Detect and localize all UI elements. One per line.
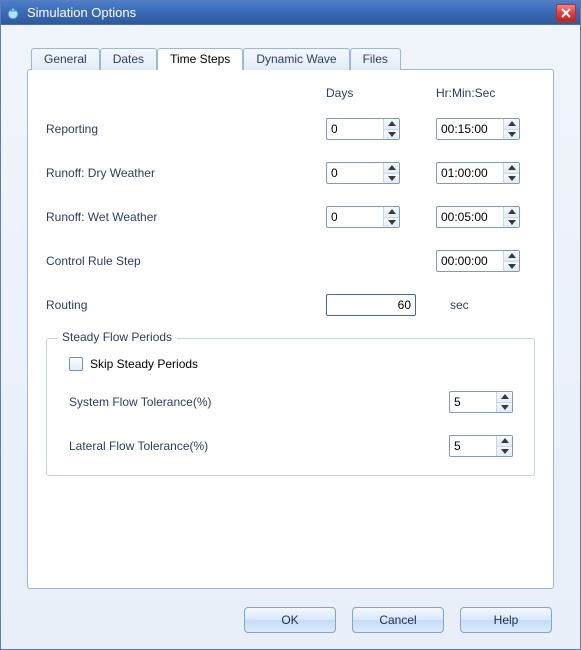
reporting-hms-input[interactable] [437,119,503,139]
label-system-flow-tol: System Flow Tolerance(%) [69,395,449,409]
spinner-up-icon[interactable] [384,163,399,173]
row-reporting: Reporting [46,118,535,140]
group-steady-flow: Steady Flow Periods Skip Steady Periods … [46,338,535,476]
routing-input[interactable] [327,295,415,315]
reporting-days-input[interactable] [327,119,383,139]
dialog-window: Simulation Options General Dates Time St… [0,0,581,650]
routing-value-field[interactable] [326,294,416,316]
spinner-down-icon[interactable] [504,261,519,272]
spinner-down-icon[interactable] [384,129,399,140]
tab-general[interactable]: General [31,48,100,70]
runoff-dry-hms-input[interactable] [437,163,503,183]
reporting-days-spinner[interactable] [326,118,400,140]
runoff-wet-days-spinner[interactable] [326,206,400,228]
tab-panel-time-steps: Days Hr:Min:Sec Reporting [27,69,554,589]
tab-files[interactable]: Files [350,48,401,70]
lateral-flow-tol-spinner[interactable] [449,435,513,457]
header-hms: Hr:Min:Sec [436,86,535,100]
spinner-down-icon[interactable] [504,173,519,184]
ok-button[interactable]: OK [244,607,336,633]
row-skip-steady: Skip Steady Periods [69,357,518,371]
label-routing: Routing [46,298,326,312]
row-runoff-wet: Runoff: Wet Weather [46,206,535,228]
spinner-up-icon[interactable] [504,119,519,129]
skip-steady-label: Skip Steady Periods [90,357,198,371]
control-rule-hms-input[interactable] [437,251,503,271]
window-title: Simulation Options [27,5,556,20]
lateral-flow-tol-input[interactable] [450,436,496,456]
help-button[interactable]: Help [460,607,552,633]
label-runoff-wet: Runoff: Wet Weather [46,210,326,224]
column-headers: Days Hr:Min:Sec [46,86,535,100]
label-runoff-dry: Runoff: Dry Weather [46,166,326,180]
tab-dynamic-wave[interactable]: Dynamic Wave [243,48,349,70]
spinner-down-icon[interactable] [497,402,512,413]
reporting-hms-spinner[interactable] [436,118,520,140]
close-button[interactable] [556,4,576,22]
row-lateral-flow-tol: Lateral Flow Tolerance(%) [63,435,518,457]
cancel-button[interactable]: Cancel [352,607,444,633]
label-reporting: Reporting [46,122,326,136]
spinner-up-icon[interactable] [384,119,399,129]
label-control-rule: Control Rule Step [46,254,326,268]
runoff-dry-hms-spinner[interactable] [436,162,520,184]
content-area: General Dates Time Steps Dynamic Wave Fi… [1,25,580,649]
label-lateral-flow-tol: Lateral Flow Tolerance(%) [69,439,449,453]
tab-row: General Dates Time Steps Dynamic Wave Fi… [31,47,554,69]
spinner-up-icon[interactable] [504,251,519,261]
app-icon [5,5,21,21]
spinner-down-icon[interactable] [504,129,519,140]
runoff-dry-days-input[interactable] [327,163,383,183]
row-runoff-dry: Runoff: Dry Weather [46,162,535,184]
row-routing: Routing sec [46,294,535,316]
button-bar: OK Cancel Help [27,607,554,633]
titlebar: Simulation Options [1,1,580,25]
row-control-rule: Control Rule Step [46,250,535,272]
routing-unit: sec [450,298,469,312]
tab-container: General Dates Time Steps Dynamic Wave Fi… [27,47,554,589]
tab-time-steps[interactable]: Time Steps [157,48,243,70]
spinner-down-icon[interactable] [384,217,399,228]
spinner-up-icon[interactable] [384,207,399,217]
header-days: Days [326,86,436,100]
spinner-down-icon[interactable] [497,446,512,457]
spinner-down-icon[interactable] [504,217,519,228]
control-rule-hms-spinner[interactable] [436,250,520,272]
system-flow-tol-input[interactable] [450,392,496,412]
spinner-up-icon[interactable] [497,436,512,446]
runoff-wet-days-input[interactable] [327,207,383,227]
tab-dates[interactable]: Dates [100,48,157,70]
group-legend: Steady Flow Periods [57,330,177,344]
skip-steady-checkbox[interactable] [69,357,83,371]
spinner-up-icon[interactable] [504,207,519,217]
system-flow-tol-spinner[interactable] [449,391,513,413]
row-system-flow-tol: System Flow Tolerance(%) [63,391,518,413]
spinner-down-icon[interactable] [384,173,399,184]
runoff-wet-hms-input[interactable] [437,207,503,227]
spinner-up-icon[interactable] [504,163,519,173]
spinner-up-icon[interactable] [497,392,512,402]
runoff-dry-days-spinner[interactable] [326,162,400,184]
runoff-wet-hms-spinner[interactable] [436,206,520,228]
